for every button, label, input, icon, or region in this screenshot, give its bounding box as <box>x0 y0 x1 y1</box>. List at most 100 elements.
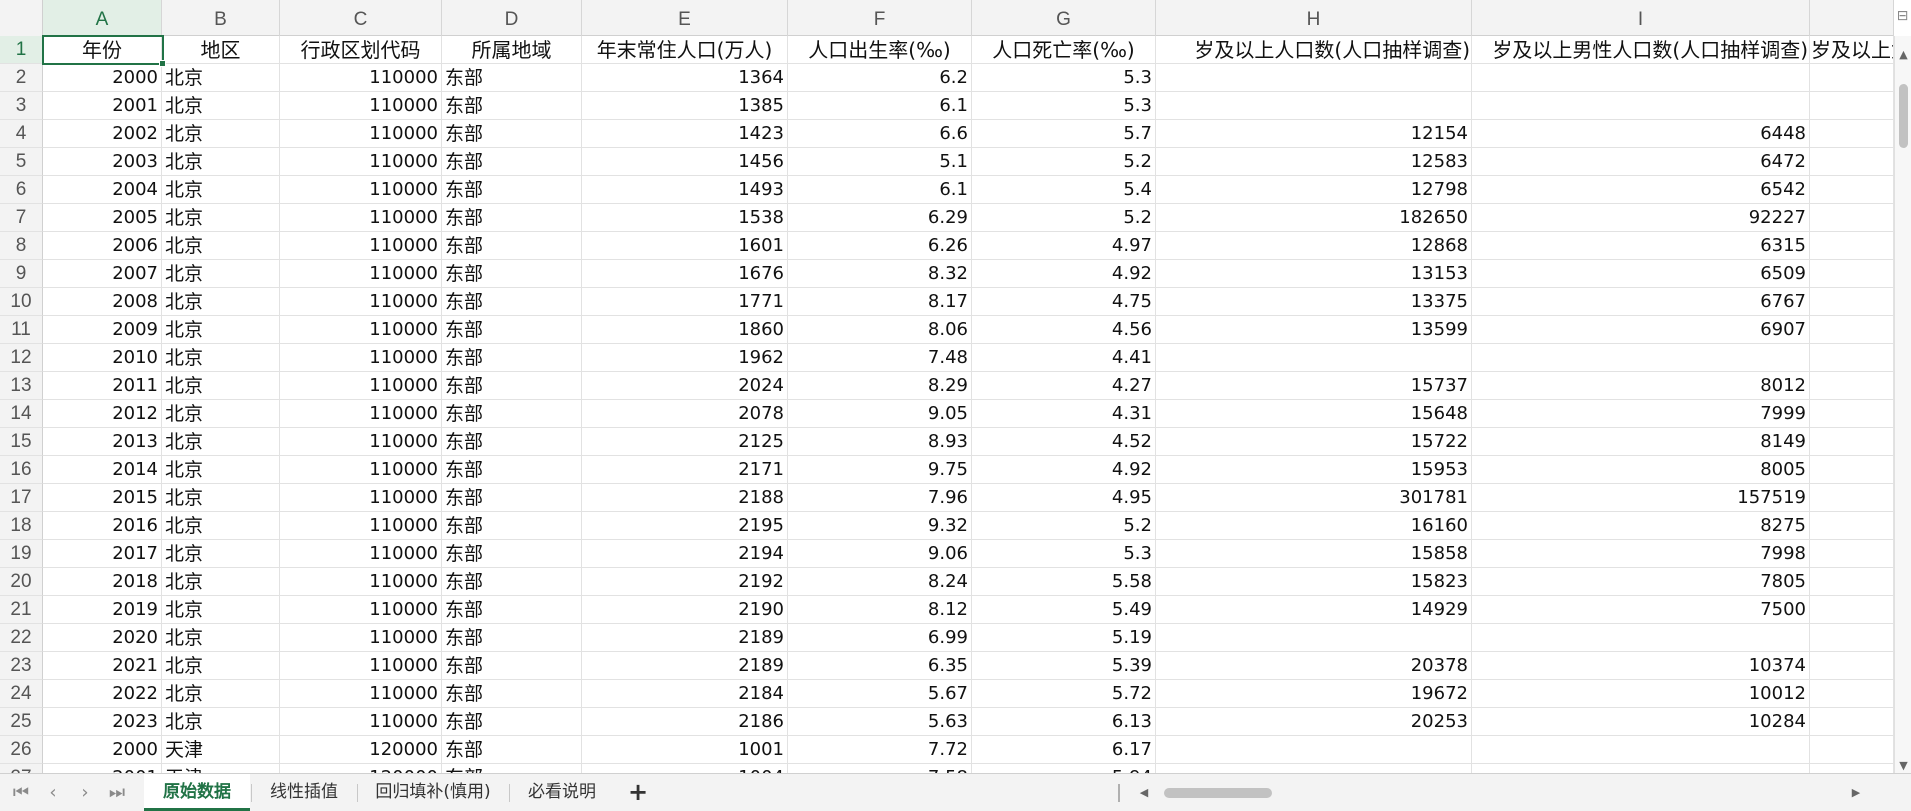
cell-d[interactable]: 东部 <box>442 344 582 372</box>
row-header[interactable]: 1 <box>0 36 43 64</box>
cell-g[interactable]: 4.56 <box>972 316 1156 344</box>
cell-b[interactable]: 北京 <box>162 400 280 428</box>
cell-f[interactable]: 8.29 <box>788 372 972 400</box>
cell-i[interactable]: 7999 <box>1472 400 1810 428</box>
cell-d[interactable]: 东部 <box>442 456 582 484</box>
cell-g[interactable]: 5.2 <box>972 512 1156 540</box>
cell-f[interactable]: 8.24 <box>788 568 972 596</box>
cell-d[interactable]: 东部 <box>442 624 582 652</box>
cell-d[interactable]: 东部 <box>442 176 582 204</box>
cell-i[interactable]: 7805 <box>1472 568 1810 596</box>
cell-c[interactable]: 110000 <box>280 288 442 316</box>
cell-i[interactable]: 8005 <box>1472 456 1810 484</box>
cell-e[interactable]: 2188 <box>582 484 788 512</box>
cell-j[interactable] <box>1810 120 1894 148</box>
cell-f[interactable]: 8.17 <box>788 288 972 316</box>
cell-c[interactable]: 110000 <box>280 652 442 680</box>
cell-a[interactable]: 2015 <box>43 484 162 512</box>
cell-b[interactable]: 北京 <box>162 708 280 736</box>
cell-e[interactable]: 2186 <box>582 708 788 736</box>
cell-e[interactable]: 1676 <box>582 260 788 288</box>
column-header-h[interactable]: H <box>1156 0 1472 36</box>
cell-b[interactable]: 北京 <box>162 148 280 176</box>
cell-j[interactable] <box>1810 652 1894 680</box>
cell-c[interactable]: 110000 <box>280 540 442 568</box>
cell-e[interactable]: 1538 <box>582 204 788 232</box>
cell-c[interactable]: 120000 <box>280 764 442 773</box>
horizontal-scroll-thumb[interactable] <box>1164 788 1272 798</box>
cell-j[interactable] <box>1810 484 1894 512</box>
cell-a[interactable]: 2019 <box>43 596 162 624</box>
row-header[interactable]: 9 <box>0 260 43 288</box>
cell-a[interactable]: 2004 <box>43 176 162 204</box>
cell-j[interactable] <box>1810 736 1894 764</box>
cell-h[interactable]: 15858 <box>1156 540 1472 568</box>
row-header[interactable]: 7 <box>0 204 43 232</box>
cell-f[interactable]: 6.1 <box>788 176 972 204</box>
cell-g[interactable]: 5.7 <box>972 120 1156 148</box>
cell-d[interactable]: 东部 <box>442 148 582 176</box>
cell-f[interactable]: 6.99 <box>788 624 972 652</box>
row-header[interactable]: 12 <box>0 344 43 372</box>
row-header[interactable]: 2 <box>0 64 43 92</box>
cell-a[interactable]: 2022 <box>43 680 162 708</box>
cell-i[interactable]: 6509 <box>1472 260 1810 288</box>
row-header[interactable]: 5 <box>0 148 43 176</box>
cell-g[interactable]: 5.4 <box>972 176 1156 204</box>
cell-e[interactable]: 2125 <box>582 428 788 456</box>
cell-c[interactable]: 110000 <box>280 316 442 344</box>
cell-j[interactable] <box>1810 92 1894 120</box>
cell-i[interactable]: 6907 <box>1472 316 1810 344</box>
cell-i[interactable]: 157519 <box>1472 484 1810 512</box>
cell-f[interactable]: 9.75 <box>788 456 972 484</box>
cell-i[interactable]: 6472 <box>1472 148 1810 176</box>
cell-c[interactable]: 110000 <box>280 120 442 148</box>
cell-b[interactable]: 北京 <box>162 596 280 624</box>
cell-a[interactable]: 2007 <box>43 260 162 288</box>
cell-c[interactable]: 110000 <box>280 260 442 288</box>
cell-g[interactable]: 5.94 <box>972 764 1156 773</box>
cell-i[interactable]: 92227 <box>1472 204 1810 232</box>
row-header[interactable]: 20 <box>0 568 43 596</box>
cell-h[interactable]: 15953 <box>1156 456 1472 484</box>
cell-h[interactable] <box>1156 92 1472 120</box>
header-cell-d[interactable]: 所属地域 <box>442 36 582 64</box>
cell-b[interactable]: 北京 <box>162 484 280 512</box>
cell-h[interactable] <box>1156 764 1472 773</box>
cell-d[interactable]: 东部 <box>442 652 582 680</box>
cell-d[interactable]: 东部 <box>442 708 582 736</box>
cell-c[interactable]: 110000 <box>280 512 442 540</box>
cell-h[interactable]: 20378 <box>1156 652 1472 680</box>
cell-b[interactable]: 北京 <box>162 204 280 232</box>
cell-j[interactable] <box>1810 288 1894 316</box>
cell-c[interactable]: 110000 <box>280 708 442 736</box>
cell-d[interactable]: 东部 <box>442 596 582 624</box>
row-header[interactable]: 22 <box>0 624 43 652</box>
cell-d[interactable]: 东部 <box>442 288 582 316</box>
cell-b[interactable]: 北京 <box>162 652 280 680</box>
cell-f[interactable]: 7.96 <box>788 484 972 512</box>
cell-a[interactable]: 2001 <box>43 764 162 773</box>
cell-g[interactable]: 5.3 <box>972 540 1156 568</box>
cell-b[interactable]: 北京 <box>162 64 280 92</box>
cell-f[interactable]: 7.58 <box>788 764 972 773</box>
cell-d[interactable]: 东部 <box>442 484 582 512</box>
cell-b[interactable]: 北京 <box>162 92 280 120</box>
cell-e[interactable]: 1493 <box>582 176 788 204</box>
cell-b[interactable]: 北京 <box>162 512 280 540</box>
header-cell-i[interactable]: 岁及以上男性人口数(人口抽样调查) <box>1472 36 1810 64</box>
cell-d[interactable]: 东部 <box>442 400 582 428</box>
cell-g[interactable]: 4.27 <box>972 372 1156 400</box>
header-cell-a[interactable]: 年份 <box>43 36 162 64</box>
cell-h[interactable] <box>1156 736 1472 764</box>
column-header-e[interactable]: E <box>582 0 788 36</box>
cell-j[interactable] <box>1810 512 1894 540</box>
cell-b[interactable]: 北京 <box>162 372 280 400</box>
cell-i[interactable]: 8012 <box>1472 372 1810 400</box>
cell-h[interactable]: 12868 <box>1156 232 1472 260</box>
cell-j[interactable] <box>1810 372 1894 400</box>
select-all-corner[interactable] <box>0 0 43 36</box>
cell-j[interactable] <box>1810 708 1894 736</box>
cell-d[interactable]: 东部 <box>442 736 582 764</box>
cell-h[interactable] <box>1156 624 1472 652</box>
